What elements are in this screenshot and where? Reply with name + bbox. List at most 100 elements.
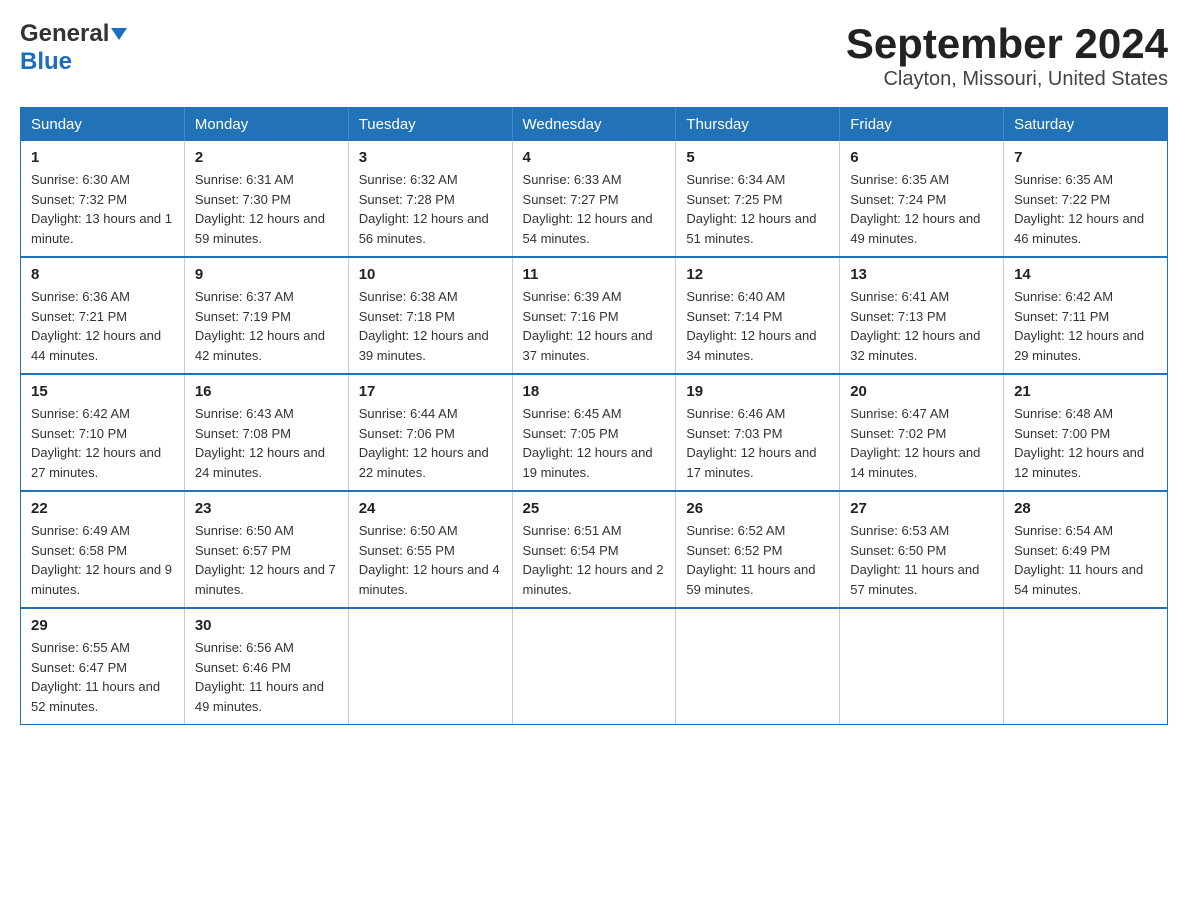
day-info: Sunrise: 6:34 AM Sunset: 7:25 PM Dayligh…: [686, 170, 829, 248]
day-number: 20: [850, 383, 993, 400]
day-info: Sunrise: 6:54 AM Sunset: 6:49 PM Dayligh…: [1014, 521, 1157, 599]
calendar-day-cell: 19 Sunrise: 6:46 AM Sunset: 7:03 PM Dayl…: [676, 374, 840, 491]
calendar-day-cell: 22 Sunrise: 6:49 AM Sunset: 6:58 PM Dayl…: [21, 491, 185, 608]
logo-blue-text: Blue: [20, 48, 72, 75]
day-info: Sunrise: 6:49 AM Sunset: 6:58 PM Dayligh…: [31, 521, 174, 599]
calendar-day-cell: [840, 608, 1004, 725]
day-info: Sunrise: 6:35 AM Sunset: 7:24 PM Dayligh…: [850, 170, 993, 248]
day-info: Sunrise: 6:47 AM Sunset: 7:02 PM Dayligh…: [850, 404, 993, 482]
calendar-day-cell: 8 Sunrise: 6:36 AM Sunset: 7:21 PM Dayli…: [21, 257, 185, 374]
calendar-day-cell: 5 Sunrise: 6:34 AM Sunset: 7:25 PM Dayli…: [676, 141, 840, 257]
day-number: 12: [686, 266, 829, 283]
day-number: 25: [523, 500, 666, 517]
day-number: 30: [195, 617, 338, 634]
day-info: Sunrise: 6:37 AM Sunset: 7:19 PM Dayligh…: [195, 287, 338, 365]
day-number: 4: [523, 149, 666, 166]
day-info: Sunrise: 6:50 AM Sunset: 6:57 PM Dayligh…: [195, 521, 338, 599]
calendar-day-cell: 30 Sunrise: 6:56 AM Sunset: 6:46 PM Dayl…: [184, 608, 348, 725]
calendar-day-cell: 18 Sunrise: 6:45 AM Sunset: 7:05 PM Dayl…: [512, 374, 676, 491]
calendar-subtitle: Clayton, Missouri, United States: [846, 68, 1168, 91]
day-number: 15: [31, 383, 174, 400]
calendar-day-cell: 29 Sunrise: 6:55 AM Sunset: 6:47 PM Dayl…: [21, 608, 185, 725]
day-number: 29: [31, 617, 174, 634]
day-number: 28: [1014, 500, 1157, 517]
day-info: Sunrise: 6:53 AM Sunset: 6:50 PM Dayligh…: [850, 521, 993, 599]
calendar-week-row: 8 Sunrise: 6:36 AM Sunset: 7:21 PM Dayli…: [21, 257, 1168, 374]
calendar-day-cell: [512, 608, 676, 725]
day-number: 24: [359, 500, 502, 517]
calendar-day-cell: 11 Sunrise: 6:39 AM Sunset: 7:16 PM Dayl…: [512, 257, 676, 374]
calendar-day-cell: [348, 608, 512, 725]
calendar-day-cell: 26 Sunrise: 6:52 AM Sunset: 6:52 PM Dayl…: [676, 491, 840, 608]
calendar-day-cell: 12 Sunrise: 6:40 AM Sunset: 7:14 PM Dayl…: [676, 257, 840, 374]
day-number: 19: [686, 383, 829, 400]
day-number: 14: [1014, 266, 1157, 283]
day-number: 9: [195, 266, 338, 283]
day-number: 27: [850, 500, 993, 517]
calendar-day-cell: 15 Sunrise: 6:42 AM Sunset: 7:10 PM Dayl…: [21, 374, 185, 491]
day-number: 22: [31, 500, 174, 517]
calendar-day-cell: 1 Sunrise: 6:30 AM Sunset: 7:32 PM Dayli…: [21, 141, 185, 257]
day-number: 13: [850, 266, 993, 283]
day-info: Sunrise: 6:43 AM Sunset: 7:08 PM Dayligh…: [195, 404, 338, 482]
calendar-day-cell: 27 Sunrise: 6:53 AM Sunset: 6:50 PM Dayl…: [840, 491, 1004, 608]
calendar-title: September 2024: [846, 20, 1168, 68]
day-info: Sunrise: 6:30 AM Sunset: 7:32 PM Dayligh…: [31, 170, 174, 248]
day-info: Sunrise: 6:33 AM Sunset: 7:27 PM Dayligh…: [523, 170, 666, 248]
day-info: Sunrise: 6:46 AM Sunset: 7:03 PM Dayligh…: [686, 404, 829, 482]
calendar-day-cell: 16 Sunrise: 6:43 AM Sunset: 7:08 PM Dayl…: [184, 374, 348, 491]
day-number: 8: [31, 266, 174, 283]
calendar-week-row: 1 Sunrise: 6:30 AM Sunset: 7:32 PM Dayli…: [21, 141, 1168, 257]
day-info: Sunrise: 6:45 AM Sunset: 7:05 PM Dayligh…: [523, 404, 666, 482]
title-block: September 2024 Clayton, Missouri, United…: [846, 20, 1168, 91]
calendar-day-cell: [1004, 608, 1168, 725]
day-info: Sunrise: 6:31 AM Sunset: 7:30 PM Dayligh…: [195, 170, 338, 248]
calendar-day-cell: 20 Sunrise: 6:47 AM Sunset: 7:02 PM Dayl…: [840, 374, 1004, 491]
calendar-day-header: Wednesday: [512, 108, 676, 142]
day-info: Sunrise: 6:51 AM Sunset: 6:54 PM Dayligh…: [523, 521, 666, 599]
calendar-day-cell: 4 Sunrise: 6:33 AM Sunset: 7:27 PM Dayli…: [512, 141, 676, 257]
day-info: Sunrise: 6:36 AM Sunset: 7:21 PM Dayligh…: [31, 287, 174, 365]
calendar-table: SundayMondayTuesdayWednesdayThursdayFrid…: [20, 107, 1168, 725]
calendar-week-row: 15 Sunrise: 6:42 AM Sunset: 7:10 PM Dayl…: [21, 374, 1168, 491]
calendar-day-cell: 6 Sunrise: 6:35 AM Sunset: 7:24 PM Dayli…: [840, 141, 1004, 257]
calendar-day-cell: 23 Sunrise: 6:50 AM Sunset: 6:57 PM Dayl…: [184, 491, 348, 608]
calendar-day-cell: 9 Sunrise: 6:37 AM Sunset: 7:19 PM Dayli…: [184, 257, 348, 374]
day-number: 3: [359, 149, 502, 166]
calendar-day-cell: 21 Sunrise: 6:48 AM Sunset: 7:00 PM Dayl…: [1004, 374, 1168, 491]
calendar-day-cell: 7 Sunrise: 6:35 AM Sunset: 7:22 PM Dayli…: [1004, 141, 1168, 257]
day-info: Sunrise: 6:42 AM Sunset: 7:10 PM Dayligh…: [31, 404, 174, 482]
day-info: Sunrise: 6:41 AM Sunset: 7:13 PM Dayligh…: [850, 287, 993, 365]
logo-triangle-icon: [111, 28, 127, 40]
calendar-day-cell: 3 Sunrise: 6:32 AM Sunset: 7:28 PM Dayli…: [348, 141, 512, 257]
day-info: Sunrise: 6:39 AM Sunset: 7:16 PM Dayligh…: [523, 287, 666, 365]
calendar-day-cell: 25 Sunrise: 6:51 AM Sunset: 6:54 PM Dayl…: [512, 491, 676, 608]
day-info: Sunrise: 6:44 AM Sunset: 7:06 PM Dayligh…: [359, 404, 502, 482]
day-number: 2: [195, 149, 338, 166]
day-info: Sunrise: 6:42 AM Sunset: 7:11 PM Dayligh…: [1014, 287, 1157, 365]
calendar-day-header: Monday: [184, 108, 348, 142]
calendar-day-cell: [676, 608, 840, 725]
day-number: 11: [523, 266, 666, 283]
day-number: 16: [195, 383, 338, 400]
calendar-day-header: Sunday: [21, 108, 185, 142]
day-number: 21: [1014, 383, 1157, 400]
day-info: Sunrise: 6:48 AM Sunset: 7:00 PM Dayligh…: [1014, 404, 1157, 482]
day-number: 17: [359, 383, 502, 400]
logo: General Blue: [20, 20, 127, 76]
page-header: General Blue September 2024 Clayton, Mis…: [20, 20, 1168, 91]
calendar-day-cell: 28 Sunrise: 6:54 AM Sunset: 6:49 PM Dayl…: [1004, 491, 1168, 608]
day-number: 18: [523, 383, 666, 400]
logo-general-text: General: [20, 20, 109, 48]
calendar-day-cell: 10 Sunrise: 6:38 AM Sunset: 7:18 PM Dayl…: [348, 257, 512, 374]
calendar-week-row: 22 Sunrise: 6:49 AM Sunset: 6:58 PM Dayl…: [21, 491, 1168, 608]
day-info: Sunrise: 6:40 AM Sunset: 7:14 PM Dayligh…: [686, 287, 829, 365]
day-number: 5: [686, 149, 829, 166]
calendar-header-row: SundayMondayTuesdayWednesdayThursdayFrid…: [21, 108, 1168, 142]
calendar-day-header: Saturday: [1004, 108, 1168, 142]
calendar-day-cell: 2 Sunrise: 6:31 AM Sunset: 7:30 PM Dayli…: [184, 141, 348, 257]
calendar-day-header: Thursday: [676, 108, 840, 142]
day-info: Sunrise: 6:52 AM Sunset: 6:52 PM Dayligh…: [686, 521, 829, 599]
calendar-day-cell: 14 Sunrise: 6:42 AM Sunset: 7:11 PM Dayl…: [1004, 257, 1168, 374]
day-number: 6: [850, 149, 993, 166]
